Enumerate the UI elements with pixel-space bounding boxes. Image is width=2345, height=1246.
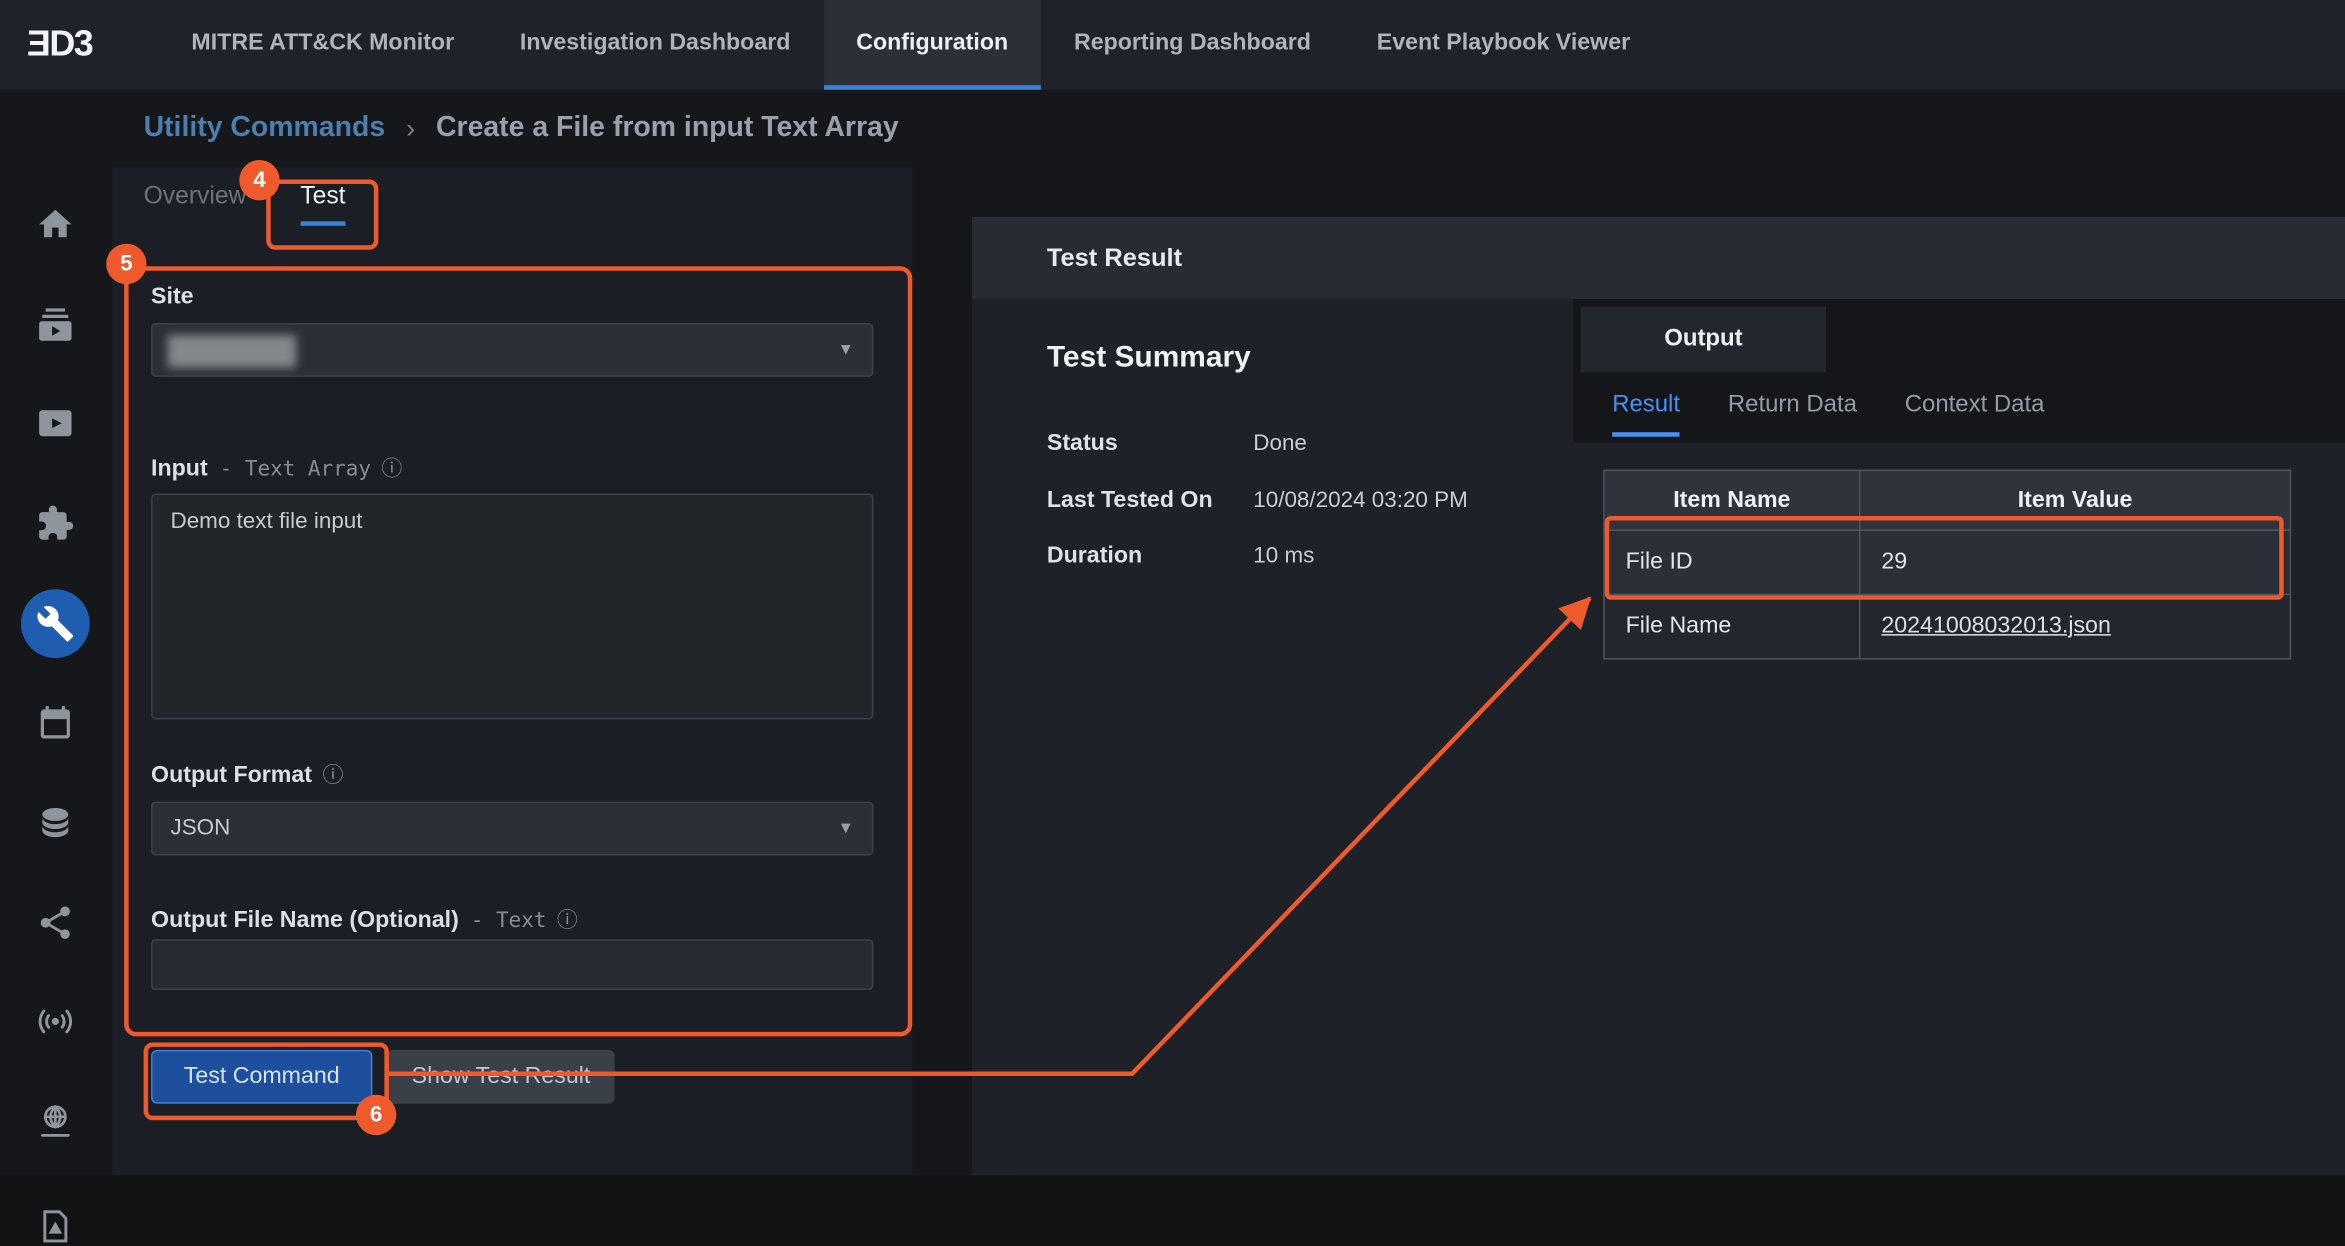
table-row-file-name: File Name 20241008032013.json bbox=[1604, 594, 2290, 658]
table-row-file-id: File ID 29 bbox=[1604, 530, 2290, 594]
test-result-header: Test Result bbox=[972, 217, 2345, 299]
site-value-redacted bbox=[168, 335, 297, 368]
utilities-wrench-icon[interactable] bbox=[21, 589, 90, 658]
top-nav: ƎD3 MITRE ATT&CK Monitor Investigation D… bbox=[0, 0, 2345, 90]
page-title: Create a File from input Text Array bbox=[436, 112, 899, 145]
summary-row-duration: Duration 10 ms bbox=[1047, 543, 1555, 570]
output-file-type-hint: - Text bbox=[471, 909, 547, 933]
output-format-select[interactable]: JSON ▼ bbox=[151, 802, 873, 856]
subtab-context-data[interactable]: Context Data bbox=[1905, 392, 2045, 437]
output-format-value: JSON bbox=[170, 815, 230, 840]
database-icon[interactable] bbox=[36, 803, 75, 842]
chevron-right-icon: › bbox=[406, 113, 415, 144]
breadcrumb-utility-commands-link[interactable]: Utility Commands bbox=[144, 112, 386, 145]
nav-tab-reporting-dashboard[interactable]: Reporting Dashboard bbox=[1041, 0, 1344, 90]
status-value: Done bbox=[1253, 431, 1307, 458]
test-result-panel: Test Result Test Summary Status Done Las… bbox=[972, 217, 2345, 1176]
d3-logo[interactable]: ƎD3 bbox=[0, 24, 159, 66]
output-file-name-input[interactable] bbox=[151, 939, 873, 990]
breadcrumb: Utility Commands › Create a File from in… bbox=[144, 90, 899, 168]
result-table: Item Name Item Value File ID 29 File Nam… bbox=[1603, 470, 2291, 660]
test-command-button[interactable]: Test Command bbox=[151, 1050, 372, 1104]
document-alert-icon[interactable] bbox=[36, 1207, 75, 1246]
output-file-name-label: Output File Name (Optional)- Textⓘ bbox=[151, 905, 578, 935]
chevron-down-icon: ▼ bbox=[838, 341, 854, 359]
summary-row-last-tested: Last Tested On 10/08/2024 03:20 PM bbox=[1047, 488, 1555, 515]
input-label: Input- Text Arrayⓘ bbox=[151, 453, 402, 483]
test-summary-heading: Test Summary bbox=[1047, 341, 1251, 375]
site-label: Site bbox=[151, 284, 194, 311]
file-id-value-cell: 29 bbox=[1860, 530, 2291, 594]
test-result-title: Test Result bbox=[1047, 243, 1182, 273]
subtab-result[interactable]: Result bbox=[1612, 392, 1680, 437]
tab-overview[interactable]: Overview bbox=[144, 182, 247, 225]
info-icon[interactable]: ⓘ bbox=[557, 908, 578, 932]
broadcast-signal-icon[interactable] bbox=[36, 1002, 75, 1041]
tab-test[interactable]: Test bbox=[300, 182, 345, 225]
file-name-value-cell: 20241008032013.json bbox=[1860, 594, 2291, 658]
table-header-row: Item Name Item Value bbox=[1604, 470, 2290, 530]
summary-row-status: Status Done bbox=[1047, 431, 1555, 458]
chevron-down-icon: ▼ bbox=[838, 820, 854, 838]
annotation-badge-6: 6 bbox=[356, 1095, 396, 1135]
file-name-link[interactable]: 20241008032013.json bbox=[1881, 613, 2110, 638]
output-format-label: Output Formatⓘ bbox=[151, 760, 343, 790]
nav-tab-event-playbook-viewer[interactable]: Event Playbook Viewer bbox=[1344, 0, 1663, 90]
annotation-badge-4: 4 bbox=[239, 160, 279, 200]
app-window: ƎD3 MITRE ATT&CK Monitor Investigation D… bbox=[0, 0, 2345, 1175]
show-test-result-button[interactable]: Show Test Result bbox=[387, 1050, 614, 1104]
file-name-name-cell: File Name bbox=[1604, 594, 1860, 658]
video-display-icon[interactable] bbox=[36, 404, 75, 443]
integrations-puzzle-icon[interactable] bbox=[36, 504, 75, 543]
duration-value: 10 ms bbox=[1253, 543, 1314, 570]
home-icon[interactable] bbox=[36, 205, 75, 244]
calendar-icon[interactable] bbox=[36, 703, 75, 742]
nav-tab-configuration[interactable]: Configuration bbox=[823, 0, 1041, 90]
input-textarea[interactable]: Demo text file input bbox=[151, 494, 873, 720]
command-test-panel: Overview Test Site ▼ Input- Text Arrayⓘ … bbox=[112, 168, 912, 1176]
playlist-play-icon[interactable] bbox=[36, 305, 75, 344]
nav-tab-investigation-dashboard[interactable]: Investigation Dashboard bbox=[487, 0, 823, 90]
site-select[interactable]: ▼ bbox=[151, 323, 873, 377]
tab-output[interactable]: Output bbox=[1581, 307, 1826, 373]
last-tested-value: 10/08/2024 03:20 PM bbox=[1253, 488, 1468, 515]
output-subtabs: Result Return Data Context Data bbox=[1612, 392, 2044, 437]
info-icon[interactable]: ⓘ bbox=[381, 456, 402, 480]
col-item-value: Item Value bbox=[1860, 470, 2291, 530]
nav-tab-mitre-attack-monitor[interactable]: MITRE ATT&CK Monitor bbox=[159, 0, 487, 90]
share-network-icon[interactable] bbox=[36, 903, 75, 942]
col-item-name: Item Name bbox=[1604, 470, 1860, 530]
input-type-hint: - Text Array bbox=[220, 458, 371, 482]
file-id-name-cell: File ID bbox=[1604, 530, 1860, 594]
nav-tabs: MITRE ATT&CK Monitor Investigation Dashb… bbox=[159, 0, 1664, 90]
info-icon[interactable]: ⓘ bbox=[322, 763, 343, 787]
annotation-badge-5: 5 bbox=[106, 244, 146, 284]
icon-sidebar bbox=[0, 90, 112, 1176]
globe-icon[interactable] bbox=[36, 1102, 75, 1141]
subtab-return-data[interactable]: Return Data bbox=[1728, 392, 1857, 437]
